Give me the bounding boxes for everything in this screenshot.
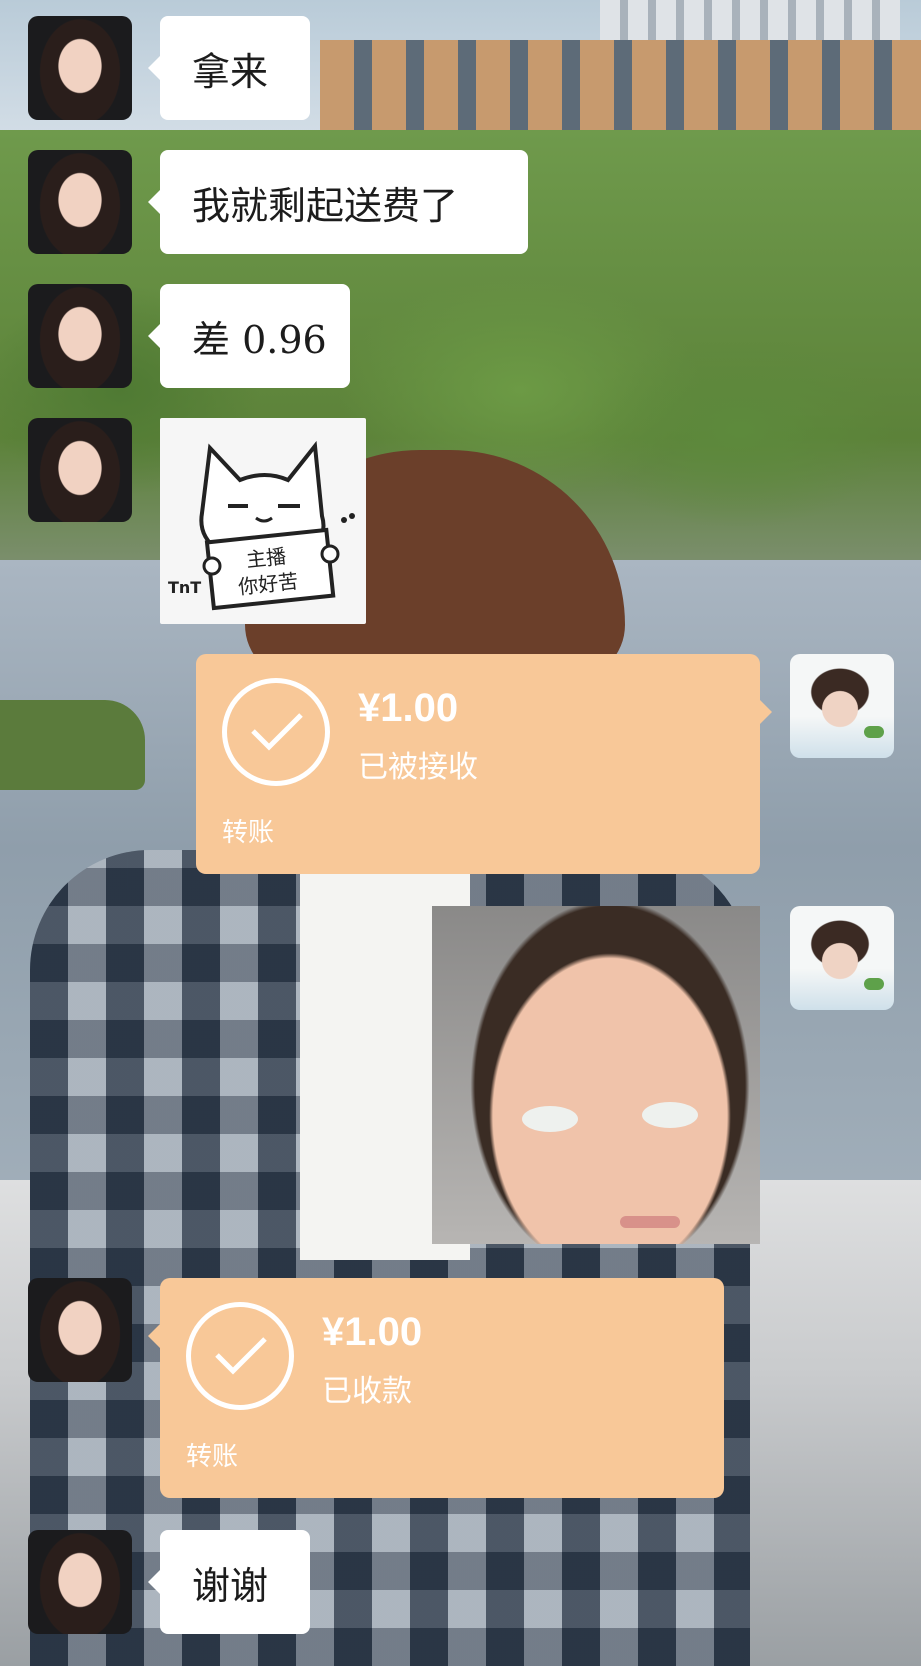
transfer-amount: ¥1.00 (322, 1310, 423, 1354)
transfer-status: 已被接收 (358, 750, 478, 785)
sticker-face-text: TnT (168, 578, 202, 597)
avatar-self[interactable] (790, 906, 894, 1010)
message-text: 拿来 (192, 49, 269, 94)
photo-eye (522, 1106, 578, 1132)
photo-mouth (620, 1216, 680, 1228)
message-text: 差 0.96 (192, 317, 327, 362)
transfer-amount: ¥1.00 (358, 686, 459, 730)
image-message[interactable] (432, 906, 760, 1244)
avatar-plant (864, 978, 884, 990)
avatar-self[interactable] (790, 654, 894, 758)
avatar-contact[interactable] (28, 16, 132, 120)
avatar-contact[interactable] (28, 418, 132, 522)
check-circle-icon (222, 678, 330, 786)
sticker-message[interactable]: 主播 你好苦 TnT (160, 418, 366, 624)
avatar-contact[interactable] (28, 1278, 132, 1382)
message-bubble-received[interactable]: 差 0.96 (160, 284, 350, 388)
avatar-contact[interactable] (28, 284, 132, 388)
avatar-plant (864, 726, 884, 738)
transfer-card-received[interactable]: ¥1.00 已收款 转账 (148, 1278, 724, 1498)
avatar-contact[interactable] (28, 150, 132, 254)
message-text: 谢谢 (192, 1563, 269, 1608)
avatar-contact[interactable] (28, 1530, 132, 1634)
chat-thread: 拿来 我就剩起送费了 差 0.96 主播 你好苦 TnT ¥1.00 已被接收 … (0, 0, 921, 1666)
photo-eye (642, 1102, 698, 1128)
message-bubble-received[interactable]: 拿来 (160, 16, 310, 120)
transfer-label: 转账 (222, 818, 275, 848)
message-bubble-received[interactable]: 谢谢 (160, 1530, 310, 1634)
message-bubble-received[interactable]: 我就剩起送费了 (160, 150, 528, 254)
transfer-card-sent[interactable]: ¥1.00 已被接收 转账 (196, 654, 772, 874)
transfer-status: 已收款 (322, 1374, 412, 1409)
transfer-label: 转账 (186, 1442, 239, 1472)
message-text: 我就剩起送费了 (192, 183, 459, 228)
check-circle-icon (186, 1302, 294, 1410)
